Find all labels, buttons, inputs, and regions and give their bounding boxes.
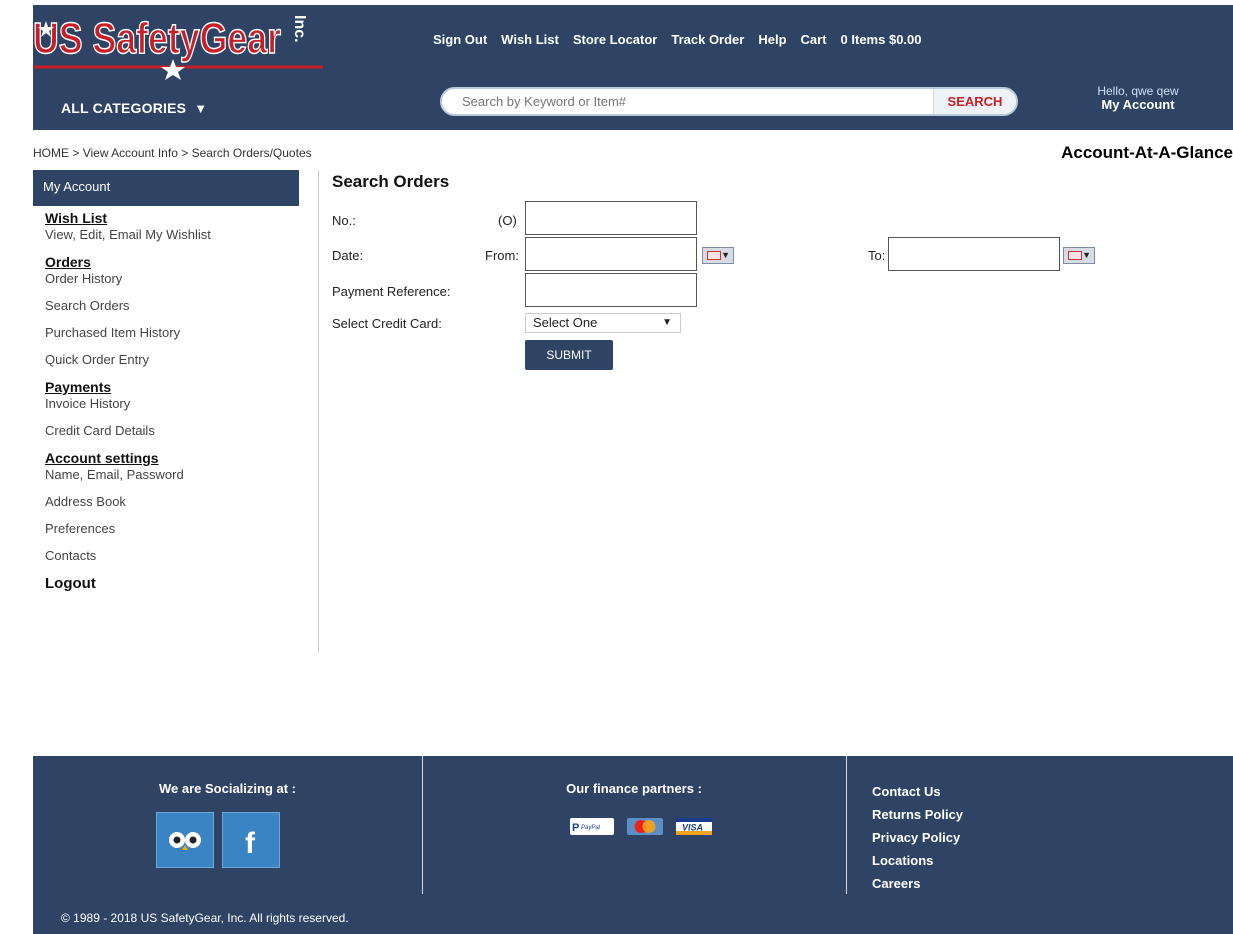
footer-divider — [846, 756, 847, 894]
search-orders-title: Search Orders — [332, 172, 450, 191]
credit-card-select[interactable]: Select One ▼ — [525, 313, 681, 333]
search-button[interactable]: SEARCH — [933, 89, 1016, 114]
svg-text:VISA: VISA — [682, 823, 703, 833]
payment-reference-input[interactable] — [525, 273, 697, 307]
sidebar-item-address-book[interactable]: Address Book — [45, 494, 318, 509]
to-calendar-picker[interactable]: ▼ — [1063, 247, 1095, 264]
facebook-icon[interactable]: f — [222, 812, 280, 868]
my-account-link[interactable]: My Account — [1073, 98, 1203, 112]
breadcrumb: HOME > View Account Info > Search Orders… — [33, 146, 312, 160]
nav-help[interactable]: Help — [758, 32, 786, 47]
order-no-label: No.: — [332, 213, 356, 228]
sidebar-item-invoice-history[interactable]: Invoice History — [45, 396, 318, 411]
sidebar-header: My Account — [33, 170, 299, 206]
logo-suffix: Inc. — [291, 15, 308, 43]
social-title: We are Socializing at : — [158, 781, 297, 796]
from-calendar-picker[interactable]: ▼ — [702, 247, 734, 264]
sidebar-item-name-email-password[interactable]: Name, Email, Password — [45, 467, 318, 482]
nav-sign-out[interactable]: Sign Out — [433, 32, 487, 47]
order-no-prefix: (O) — [498, 213, 517, 228]
date-from-label: From: — [485, 248, 519, 263]
sidebar-item-purchased-history[interactable]: Purchased Item History — [45, 325, 318, 340]
paypal-icon: P PayPal — [570, 818, 614, 835]
payment-reference-label: Payment Reference: — [332, 284, 451, 299]
svg-text:f: f — [245, 827, 256, 860]
date-to-label: To: — [868, 248, 886, 263]
sidebar-item-quick-order[interactable]: Quick Order Entry — [45, 352, 318, 367]
footer-link-privacy-policy[interactable]: Privacy Policy — [872, 826, 963, 849]
sidebar-section-payments[interactable]: Payments — [45, 379, 318, 395]
submit-button[interactable]: SUBMIT — [525, 340, 613, 370]
site-header: US SafetyGear Inc. Sign Out Wish List Stor… — [33, 5, 1233, 130]
footer-divider — [422, 756, 423, 894]
owl-social-icon[interactable] — [156, 812, 214, 868]
all-categories-label: ALL CATEGORIES — [61, 100, 187, 116]
date-from-input[interactable] — [525, 237, 697, 271]
all-categories-menu[interactable]: ALL CATEGORIES ▼ — [61, 100, 207, 116]
finance-title: Our finance partners : — [566, 781, 702, 796]
breadcrumb-view-account[interactable]: View Account Info — [83, 146, 178, 160]
breadcrumb-separator: > — [177, 146, 192, 160]
search-bar: SEARCH — [440, 87, 1018, 116]
calendar-dropdown-icon: ▼ — [721, 250, 730, 260]
footer-links: Contact Us Returns Policy Privacy Policy… — [872, 780, 963, 895]
footer-link-returns-policy[interactable]: Returns Policy — [872, 803, 963, 826]
site-footer: We are Socializing at : f Our finance pa… — [33, 756, 1233, 934]
date-label: Date: — [332, 248, 364, 263]
hello-text: Hello, qwe qew — [1097, 84, 1179, 98]
breadcrumb-current: Search Orders/Quotes — [191, 146, 312, 160]
footer-link-contact-us[interactable]: Contact Us — [872, 780, 963, 803]
select-arrow-icon: ▼ — [662, 317, 672, 328]
sidebar-item-credit-card-details[interactable]: Credit Card Details — [45, 423, 318, 438]
breadcrumb-home[interactable]: HOME — [33, 146, 69, 160]
visa-icon: VISA — [676, 818, 712, 835]
account-greeting: Hello, qwe qew My Account — [1073, 84, 1203, 112]
sidebar-item-search-orders[interactable]: Search Orders — [45, 298, 318, 313]
footer-link-locations[interactable]: Locations — [872, 849, 963, 872]
site-logo[interactable]: US SafetyGear Inc. — [33, 7, 323, 87]
calendar-dropdown-icon: ▼ — [1082, 250, 1091, 260]
nav-store-locator[interactable]: Store Locator — [573, 32, 658, 47]
logo-text: US SafetyGear — [33, 14, 281, 63]
copyright: © 1989 - 2018 US SafetyGear, Inc. All ri… — [61, 911, 349, 925]
sidebar-item-preferences[interactable]: Preferences — [45, 521, 318, 536]
sidebar-section-orders[interactable]: Orders — [45, 254, 318, 270]
top-navigation: Sign Out Wish List Store Locator Track Orde… — [433, 32, 922, 47]
cart-summary[interactable]: 0 Items $0.00 — [841, 32, 922, 47]
calendar-icon — [1068, 251, 1082, 260]
svg-text:P: P — [572, 822, 579, 834]
sidebar-section-account-settings[interactable]: Account settings — [45, 450, 318, 466]
nav-cart[interactable]: Cart — [801, 32, 827, 47]
sidebar-item-wishlist[interactable]: View, Edit, Email My Wishlist — [45, 227, 318, 242]
footer-link-careers[interactable]: Careers — [872, 872, 963, 895]
calendar-icon — [707, 251, 721, 260]
order-no-input[interactable] — [525, 201, 697, 235]
sidebar-item-contacts[interactable]: Contacts — [45, 548, 318, 563]
svg-text:PayPal: PayPal — [581, 825, 601, 831]
account-sidebar: My Account Wish List View, Edit, Email M… — [33, 170, 319, 653]
sidebar-item-order-history[interactable]: Order History — [45, 271, 318, 286]
caret-down-icon: ▼ — [194, 101, 208, 116]
search-orders-panel: Search Orders — [332, 172, 1212, 192]
nav-track-order[interactable]: Track Order — [671, 32, 744, 47]
sidebar-section-wish-list[interactable]: Wish List — [45, 210, 318, 226]
mastercard-icon — [627, 818, 663, 835]
breadcrumb-separator: > — [69, 146, 83, 160]
credit-card-label: Select Credit Card: — [332, 316, 442, 331]
sidebar-logout[interactable]: Logout — [45, 575, 318, 592]
search-input[interactable] — [442, 89, 932, 114]
credit-card-selected: Select One — [533, 315, 598, 330]
nav-wish-list[interactable]: Wish List — [501, 32, 559, 47]
date-to-input[interactable] — [888, 237, 1060, 271]
account-at-a-glance-title: Account-At-A-Glance — [1061, 143, 1233, 162]
